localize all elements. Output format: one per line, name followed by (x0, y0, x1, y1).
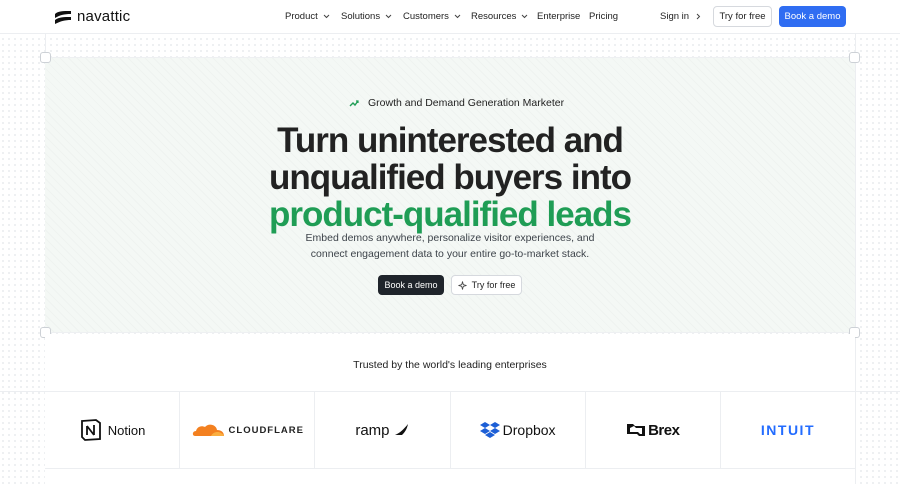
intuit-wordmark: INTUIT (760, 422, 815, 438)
hero-try-free-label: Try for free (471, 280, 516, 290)
hero-subtitle: Embed demos anywhere, personalize visito… (0, 231, 900, 262)
nav-resources-label: Resources (471, 11, 517, 22)
chevron-down-icon (385, 14, 392, 19)
cloudflare-cloud-icon (192, 424, 224, 436)
notion-logo-icon (80, 419, 101, 441)
trusted-heading: Trusted by the world's leading enterpris… (353, 359, 547, 371)
logo-cell-cloudflare: CLOUDFLARE (180, 392, 316, 468)
subtitle-line-2: connect engagement data to your entire g… (310, 247, 590, 260)
ramp-wordmark: ramp (355, 421, 390, 439)
nav-pricing[interactable]: Pricing (589, 11, 618, 22)
notion-wordmark: Notion (107, 422, 146, 438)
sign-in-label: Sign in (660, 11, 690, 22)
logo-cell-brex: Brex (586, 392, 721, 468)
headline-highlight: product-qualified leads (268, 195, 632, 234)
logo-cell-ramp: ramp (315, 392, 451, 468)
chevron-down-icon (522, 14, 528, 19)
navattic-logo-icon (55, 10, 71, 24)
dropbox-logo-icon (479, 422, 500, 438)
sparkle-icon (458, 280, 467, 290)
top-navigation: navattic Product Solutions Customers Res… (0, 0, 900, 34)
sign-in-link[interactable]: Sign in (660, 11, 701, 22)
ramp-wing-icon (394, 424, 408, 435)
try-for-free-button[interactable]: Try for free (713, 6, 772, 27)
chevron-down-icon (454, 14, 461, 19)
chevron-down-icon (323, 14, 330, 19)
nav-customers[interactable]: Customers (403, 11, 461, 22)
hero-book-demo-button[interactable]: Book a demo (378, 275, 444, 295)
nav-pricing-label: Pricing (589, 11, 619, 22)
cloudflare-wordmark: CLOUDFLARE (228, 424, 304, 436)
brex-wordmark: Brex (648, 421, 680, 439)
nav-solutions[interactable]: Solutions (341, 11, 392, 22)
chevron-right-icon (696, 13, 701, 20)
brand-name: navattic (77, 8, 131, 25)
customer-logo-strip: Notion CLOUDFLARE ramp Dropbox Brex INTU… (45, 391, 855, 469)
logo-cell-notion: Notion (45, 392, 181, 468)
brand-logo[interactable]: navattic (54, 8, 130, 25)
nav-product[interactable]: Product (285, 11, 330, 22)
hero-try-free-button[interactable]: Try for free (451, 275, 522, 295)
logo-cell-intuit: INTUIT (721, 392, 855, 468)
headline-line-2: unqualified buyers into (268, 158, 632, 197)
growth-chart-icon (349, 100, 359, 107)
brex-logo-icon (627, 424, 646, 436)
nav-product-label: Product (285, 11, 318, 22)
frame-corner-marker (849, 52, 860, 63)
persona-badge-label: Growth and Demand Generation Marketer (368, 97, 565, 109)
nav-customers-label: Customers (403, 11, 449, 22)
book-demo-button[interactable]: Book a demo (779, 6, 846, 27)
nav-resources[interactable]: Resources (471, 11, 528, 22)
nav-enterprise-label: Enterprise (537, 11, 581, 22)
nav-solutions-label: Solutions (341, 11, 381, 22)
hero-headline: Turn uninterested and unqualified buyers… (0, 122, 900, 233)
logo-cell-dropbox: Dropbox (451, 392, 586, 468)
logo-strip-top-line (0, 391, 900, 392)
frame-corner-marker (40, 52, 51, 63)
subtitle-line-1: Embed demos anywhere, personalize visito… (305, 232, 595, 244)
nav-enterprise[interactable]: Enterprise (537, 11, 580, 22)
dropbox-wordmark: Dropbox (502, 422, 556, 438)
persona-badge: Growth and Demand Generation Marketer (348, 97, 564, 109)
headline-line-1: Turn uninterested and (277, 121, 624, 160)
